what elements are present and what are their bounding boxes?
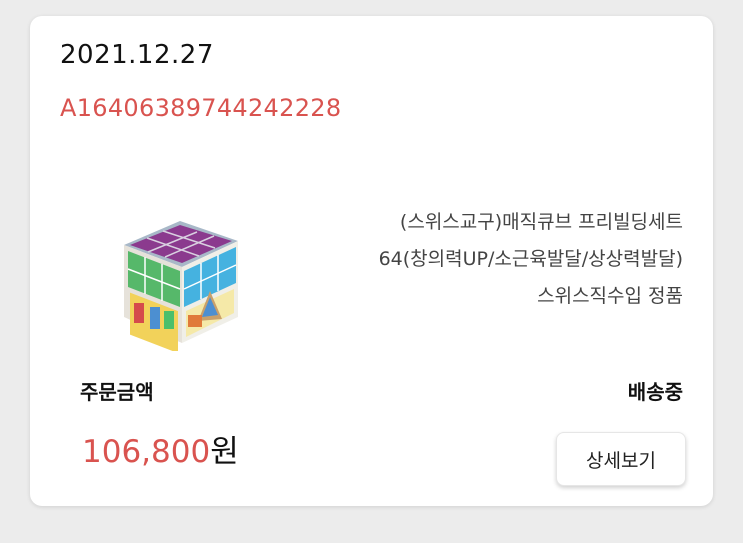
product-name-line: (스위스교구)매직큐브 프리빌딩세트 [399, 211, 683, 233]
product-name[interactable]: (스위스교구)매직큐브 프리빌딩세트 64(창의력UP/소근육발달/상상력발달)… [283, 204, 683, 315]
order-date: 2021.12.27 [60, 40, 214, 70]
delivery-status: 배송중 [627, 380, 683, 404]
order-amount-value: 106,800 [82, 434, 211, 470]
order-card: 2021.12.27 A16406389744242228 (스위스교구)매직큐… [30, 16, 713, 506]
magic-cube-toy-icon [124, 221, 238, 354]
product-name-line: 64(창의력UP/소근육발달/상상력발달) [378, 248, 683, 270]
view-details-button[interactable]: 상세보기 [556, 432, 686, 486]
currency-unit: 원 [210, 434, 239, 470]
product-name-line: 스위스직수입 정품 [537, 285, 683, 307]
order-amount-label: 주문금액 [80, 380, 154, 404]
product-image[interactable] [110, 211, 242, 354]
order-amount: 106,800원 [82, 426, 239, 471]
order-number[interactable]: A16406389744242228 [60, 94, 341, 122]
